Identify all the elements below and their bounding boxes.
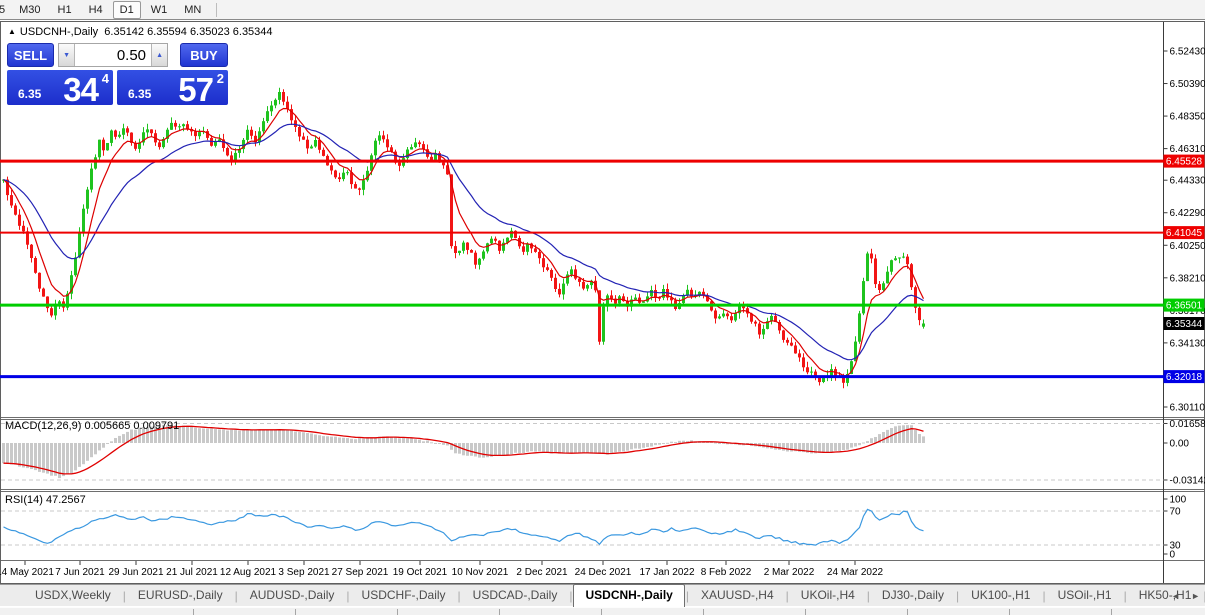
sell-button[interactable]: SELL (7, 43, 55, 67)
chevron-down-icon: ▼ (63, 51, 70, 59)
macd-panel: 0.016586 0.00 -0.03142 (1, 419, 1205, 487)
svg-text:8 Feb 2022: 8 Feb 2022 (701, 567, 752, 578)
ohlc-high: 6.35594 (147, 26, 187, 38)
rsi-indicator-label: RSI(14) 47.2567 (5, 494, 86, 506)
svg-text:24 Mar 2022: 24 Mar 2022 (827, 567, 884, 578)
horizontal-level-lines[interactable] (0, 159, 1164, 379)
chart-title-bar: ▲ USDCNH-,Daily 6.35142 6.35594 6.35023 6… (8, 26, 273, 38)
date-axis[interactable]: 14 May 2021 7 Jun 2021 29 Jun 2021 21 Jul 2… (0, 561, 884, 578)
chart-tab-usdchf-daily[interactable]: USDCHF-,Daily (351, 585, 457, 607)
bottom-strip (0, 607, 1205, 615)
macd-indicator-label: MACD(12,26,9) 0.005665 0.009791 (5, 420, 180, 432)
svg-text:0: 0 (1170, 550, 1176, 561)
chart-tab-eurusd-daily[interactable]: EURUSD-,Daily (127, 585, 234, 607)
chevron-up-icon: ▲ (156, 51, 163, 59)
chart-tab-uk100-h1[interactable]: UK100-,H1 (960, 585, 1041, 607)
strip-divider (907, 609, 908, 615)
svg-text:6.36501: 6.36501 (1166, 301, 1203, 312)
strip-divider (805, 609, 806, 615)
tab-scroll-nav: ◄ ► (1171, 585, 1200, 607)
svg-text:0.00: 0.00 (1170, 439, 1190, 450)
svg-text:10 Nov 2021: 10 Nov 2021 (452, 567, 509, 578)
chart-tab-usdx-weekly[interactable]: USDX,Weekly (24, 585, 122, 607)
buy-button[interactable]: BUY (180, 43, 228, 67)
tab-scroll-left-icon[interactable]: ◄ (1171, 591, 1180, 601)
buy-price-small: 6.35 (128, 87, 152, 101)
tab-scroll-right-icon[interactable]: ► (1191, 591, 1200, 601)
svg-text:6.48350: 6.48350 (1170, 112, 1205, 123)
svg-text:2 Mar 2022: 2 Mar 2022 (764, 567, 815, 578)
svg-text:7 Jun 2021: 7 Jun 2021 (55, 567, 105, 578)
buy-price-panel[interactable]: 6.35 57 2 (117, 70, 228, 108)
svg-text:0.016586: 0.016586 (1170, 419, 1205, 430)
svg-text:100: 100 (1170, 495, 1187, 506)
svg-text:6.35344: 6.35344 (1166, 319, 1203, 330)
volume-decrease-button[interactable]: ▼ (59, 44, 76, 66)
svg-text:-0.03142: -0.03142 (1170, 476, 1205, 487)
volume-stepper: ▼ ▲ (58, 43, 169, 67)
svg-text:29 Jun 2021: 29 Jun 2021 (108, 567, 163, 578)
svg-text:6.38210: 6.38210 (1170, 273, 1205, 284)
mt4-terminal-window: 5 M30 H1 H4 D1 W1 MN 6.52430 6.50390 6.48350 6.46… (0, 0, 1205, 615)
chart-tab-audusd-daily[interactable]: AUDUSD-,Daily (239, 585, 346, 607)
chart-tab-xauusd-h4[interactable]: XAUUSD-,H4 (690, 585, 785, 607)
buy-price-big: 57 (178, 71, 214, 108)
svg-text:14 May 2021: 14 May 2021 (0, 567, 54, 578)
candles-layer (2, 87, 925, 389)
strip-divider (295, 609, 296, 615)
svg-text:6.30110: 6.30110 (1170, 403, 1205, 414)
chart-tab-usdcnh-daily[interactable]: USDCNH-,Daily (573, 584, 685, 607)
svg-text:6.32018: 6.32018 (1166, 372, 1203, 383)
volume-input[interactable] (75, 44, 152, 66)
svg-text:3 Sep 2021: 3 Sep 2021 (278, 567, 330, 578)
strip-divider (1111, 609, 1112, 615)
svg-text:70: 70 (1170, 507, 1182, 518)
strip-divider (1009, 609, 1010, 615)
chart-tab-usdcad-daily[interactable]: USDCAD-,Daily (462, 585, 569, 607)
one-click-trade-widget: SELL ▼ ▲ BUY 6.35 34 4 6.35 57 2 (7, 42, 228, 108)
svg-text:12 Aug 2021: 12 Aug 2021 (220, 567, 277, 578)
ohlc-low: 6.35023 (189, 26, 230, 38)
svg-text:19 Oct 2021: 19 Oct 2021 (393, 567, 448, 578)
chart-symbol-title: USDCNH-,Daily (19, 26, 99, 38)
strip-divider (397, 609, 398, 615)
sell-price-sup: 4 (101, 71, 109, 86)
strip-divider (601, 609, 602, 615)
svg-text:17 Jan 2022: 17 Jan 2022 (639, 567, 694, 578)
chart-tab-bar: USDX,Weekly | EURUSD-,Daily | AUDUSD-,Daily |… (0, 584, 1205, 607)
rsi-panel: 10070300 (1, 495, 1187, 561)
strip-divider (193, 609, 194, 615)
strip-divider (703, 609, 704, 615)
buy-price-sup: 2 (216, 71, 224, 86)
chart-tab-dj30-daily[interactable]: DJ30-,Daily (871, 585, 955, 607)
svg-text:6.34130: 6.34130 (1170, 338, 1205, 349)
volume-increase-button[interactable]: ▲ (151, 44, 168, 66)
svg-text:2 Dec 2021: 2 Dec 2021 (516, 567, 568, 578)
svg-text:21 Jul 2021: 21 Jul 2021 (166, 567, 218, 578)
chart-tab-usoil-h1[interactable]: USOil-,H1 (1047, 585, 1123, 607)
strip-divider (499, 609, 500, 615)
svg-text:6.52430: 6.52430 (1170, 47, 1205, 58)
svg-text:6.42290: 6.42290 (1170, 208, 1205, 219)
svg-text:6.40250: 6.40250 (1170, 241, 1205, 252)
ohlc-open: 6.35142 (104, 26, 145, 38)
svg-text:6.41045: 6.41045 (1166, 228, 1203, 239)
svg-text:24 Dec 2021: 24 Dec 2021 (575, 567, 632, 578)
svg-text:6.44330: 6.44330 (1170, 176, 1205, 187)
svg-text:6.50390: 6.50390 (1170, 79, 1205, 90)
sell-price-panel[interactable]: 6.35 34 4 (7, 70, 113, 108)
svg-text:6.45528: 6.45528 (1166, 157, 1203, 168)
ohlc-close: 6.35344 (232, 26, 273, 38)
collapse-triangle-icon: ▲ (8, 27, 16, 36)
sell-price-small: 6.35 (18, 87, 42, 101)
sell-price-big: 34 (63, 71, 99, 108)
svg-text:6.46310: 6.46310 (1170, 144, 1205, 155)
chart-tab-ukoil-h4[interactable]: UKOil-,H4 (790, 585, 866, 607)
svg-text:27 Sep 2021: 27 Sep 2021 (332, 567, 389, 578)
